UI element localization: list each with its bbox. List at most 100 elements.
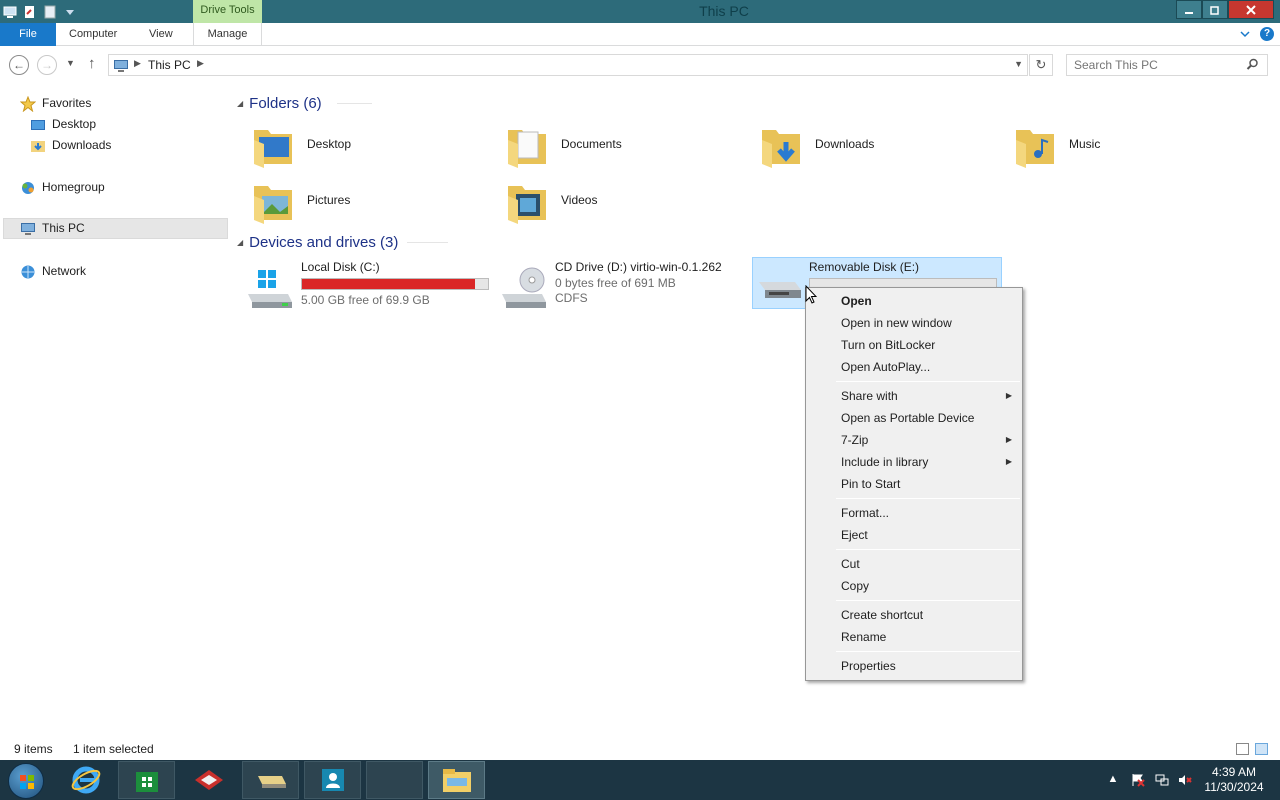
close-icon xyxy=(1246,4,1256,15)
show-hidden-icons-icon[interactable]: ▲ xyxy=(1106,773,1120,787)
menu-open-autoplay[interactable]: Open AutoPlay... xyxy=(808,356,1020,378)
this-pc-icon[interactable] xyxy=(3,5,17,19)
expand-ribbon-icon[interactable] xyxy=(1240,27,1250,41)
menu-pin-to-start[interactable]: Pin to Start xyxy=(808,473,1020,495)
folder-documents[interactable]: Documents xyxy=(492,118,742,170)
start-button[interactable] xyxy=(8,763,44,799)
this-pc-icon xyxy=(21,222,35,235)
menu-create-shortcut[interactable]: Create shortcut xyxy=(808,604,1020,626)
view-switcher xyxy=(1236,743,1268,755)
menu-cut[interactable]: Cut xyxy=(808,553,1020,575)
taskbar-blank-app[interactable] xyxy=(366,761,423,799)
drive-filesystem: CDFS xyxy=(555,291,588,305)
menu-label: Share with xyxy=(841,389,898,403)
breadcrumb-chevron-icon[interactable]: ▶ xyxy=(197,58,204,69)
folder-name: Downloads xyxy=(815,137,875,151)
nav-network[interactable]: Network xyxy=(20,261,86,282)
drives-group-title: Devices and drives (3) xyxy=(249,233,399,251)
action-center-flag-icon[interactable] xyxy=(1131,773,1145,787)
customize-qat-icon[interactable] xyxy=(63,5,77,19)
downloads-folder-icon xyxy=(31,140,45,152)
drive-name: Local Disk (C:) xyxy=(301,260,380,274)
menu-copy[interactable]: Copy xyxy=(808,575,1020,597)
volume-muted-icon[interactable] xyxy=(1178,773,1192,787)
quick-access-toolbar xyxy=(0,0,77,23)
taskbar-contacts-app[interactable] xyxy=(304,761,361,799)
menu-separator xyxy=(836,498,1020,499)
tab-computer[interactable]: Computer xyxy=(57,23,129,46)
nav-favorites[interactable]: Favorites xyxy=(20,93,91,114)
nav-downloads[interactable]: Downloads xyxy=(30,135,111,156)
menu-7zip[interactable]: 7-Zip ▶ xyxy=(808,429,1020,451)
folders-group-header[interactable]: ◢ Folders (6) xyxy=(237,91,372,115)
folder-desktop[interactable]: Desktop xyxy=(238,118,488,170)
clock[interactable]: 4:39 AM 11/30/2024 xyxy=(1202,765,1266,795)
folder-pictures[interactable]: Pictures xyxy=(238,174,488,226)
menu-eject[interactable]: Eject xyxy=(808,524,1020,546)
menu-open-portable-device[interactable]: Open as Portable Device xyxy=(808,407,1020,429)
windows-drive-icon xyxy=(248,270,292,308)
videos-folder-icon xyxy=(508,186,546,224)
tab-manage[interactable]: Manage xyxy=(193,23,262,46)
close-button[interactable] xyxy=(1228,0,1274,19)
address-bar[interactable]: ▶ This PC ▶ ▼ xyxy=(108,54,1028,76)
disk-usage-bar xyxy=(301,278,489,290)
breadcrumb-chevron-icon[interactable]: ▶ xyxy=(134,58,141,69)
refresh-button[interactable]: ↻ xyxy=(1029,54,1053,76)
details-view-icon[interactable] xyxy=(1236,743,1249,755)
menu-turn-on-bitlocker[interactable]: Turn on BitLocker xyxy=(808,334,1020,356)
drive-name: Removable Disk (E:) xyxy=(809,260,920,274)
nav-desktop[interactable]: Desktop xyxy=(30,114,96,135)
recent-locations-button[interactable]: ▼ xyxy=(66,58,75,68)
breadcrumb-this-pc[interactable]: This PC xyxy=(148,58,191,72)
taskbar-store[interactable] xyxy=(118,761,175,799)
tab-file[interactable]: File xyxy=(0,23,56,46)
forward-button[interactable]: → xyxy=(37,55,57,75)
menu-separator xyxy=(836,549,1020,550)
properties-icon[interactable] xyxy=(23,5,37,19)
up-button[interactable]: ↑ xyxy=(88,55,96,72)
folder-videos[interactable]: Videos xyxy=(492,174,742,226)
menu-open-new-window[interactable]: Open in new window xyxy=(808,312,1020,334)
group-divider xyxy=(407,242,449,243)
drive-local-disk-c[interactable]: Local Disk (C:) 5.00 GB free of 69.9 GB xyxy=(232,260,489,312)
menu-open[interactable]: Open xyxy=(808,290,1020,312)
search-icon[interactable] xyxy=(1246,58,1259,71)
help-icon[interactable]: ? xyxy=(1260,27,1274,41)
taskbar-internet-explorer[interactable] xyxy=(57,761,114,799)
search-box[interactable] xyxy=(1066,54,1268,76)
nav-homegroup[interactable]: Homegroup xyxy=(20,177,105,198)
search-input[interactable] xyxy=(1074,56,1244,74)
taskbar-drive-app[interactable] xyxy=(242,761,299,799)
network-status-icon[interactable] xyxy=(1155,773,1169,787)
collapse-icon: ◢ xyxy=(237,237,244,247)
menu-share-with[interactable]: Share with ▶ xyxy=(808,385,1020,407)
menu-properties[interactable]: Properties xyxy=(808,655,1020,677)
drives-group-header[interactable]: ◢ Devices and drives (3) xyxy=(237,230,449,254)
nav-homegroup-label: Homegroup xyxy=(42,180,105,194)
menu-label: Include in library xyxy=(841,455,929,469)
folder-name: Documents xyxy=(561,137,622,151)
back-button[interactable]: ← xyxy=(9,55,29,75)
folder-downloads[interactable]: Downloads xyxy=(746,118,996,170)
menu-format[interactable]: Format... xyxy=(808,502,1020,524)
drive-cd-d[interactable]: CD Drive (D:) virtio-win-0.1.262 0 bytes… xyxy=(486,260,736,312)
menu-include-in-library[interactable]: Include in library ▶ xyxy=(808,451,1020,473)
minimize-button[interactable] xyxy=(1176,0,1202,19)
new-folder-icon[interactable] xyxy=(43,5,57,19)
minimize-icon xyxy=(1185,11,1193,14)
large-icons-view-icon[interactable] xyxy=(1255,743,1268,755)
drive-free-space: 5.00 GB free of 69.9 GB xyxy=(301,293,430,307)
maximize-button[interactable] xyxy=(1202,0,1228,19)
drive-tools-header: Drive Tools xyxy=(193,0,262,23)
taskbar-file-explorer[interactable] xyxy=(428,761,485,799)
taskbar-app-red[interactable] xyxy=(180,761,237,799)
folder-music[interactable]: Music xyxy=(1000,118,1250,170)
menu-separator xyxy=(836,600,1020,601)
nav-this-pc[interactable]: This PC xyxy=(3,218,228,239)
address-dropdown-icon[interactable]: ▼ xyxy=(1014,59,1023,69)
folders-group-title: Folders (6) xyxy=(249,94,322,112)
tab-view[interactable]: View xyxy=(137,23,185,46)
menu-rename[interactable]: Rename xyxy=(808,626,1020,648)
nav-this-pc-label: This PC xyxy=(42,221,85,235)
